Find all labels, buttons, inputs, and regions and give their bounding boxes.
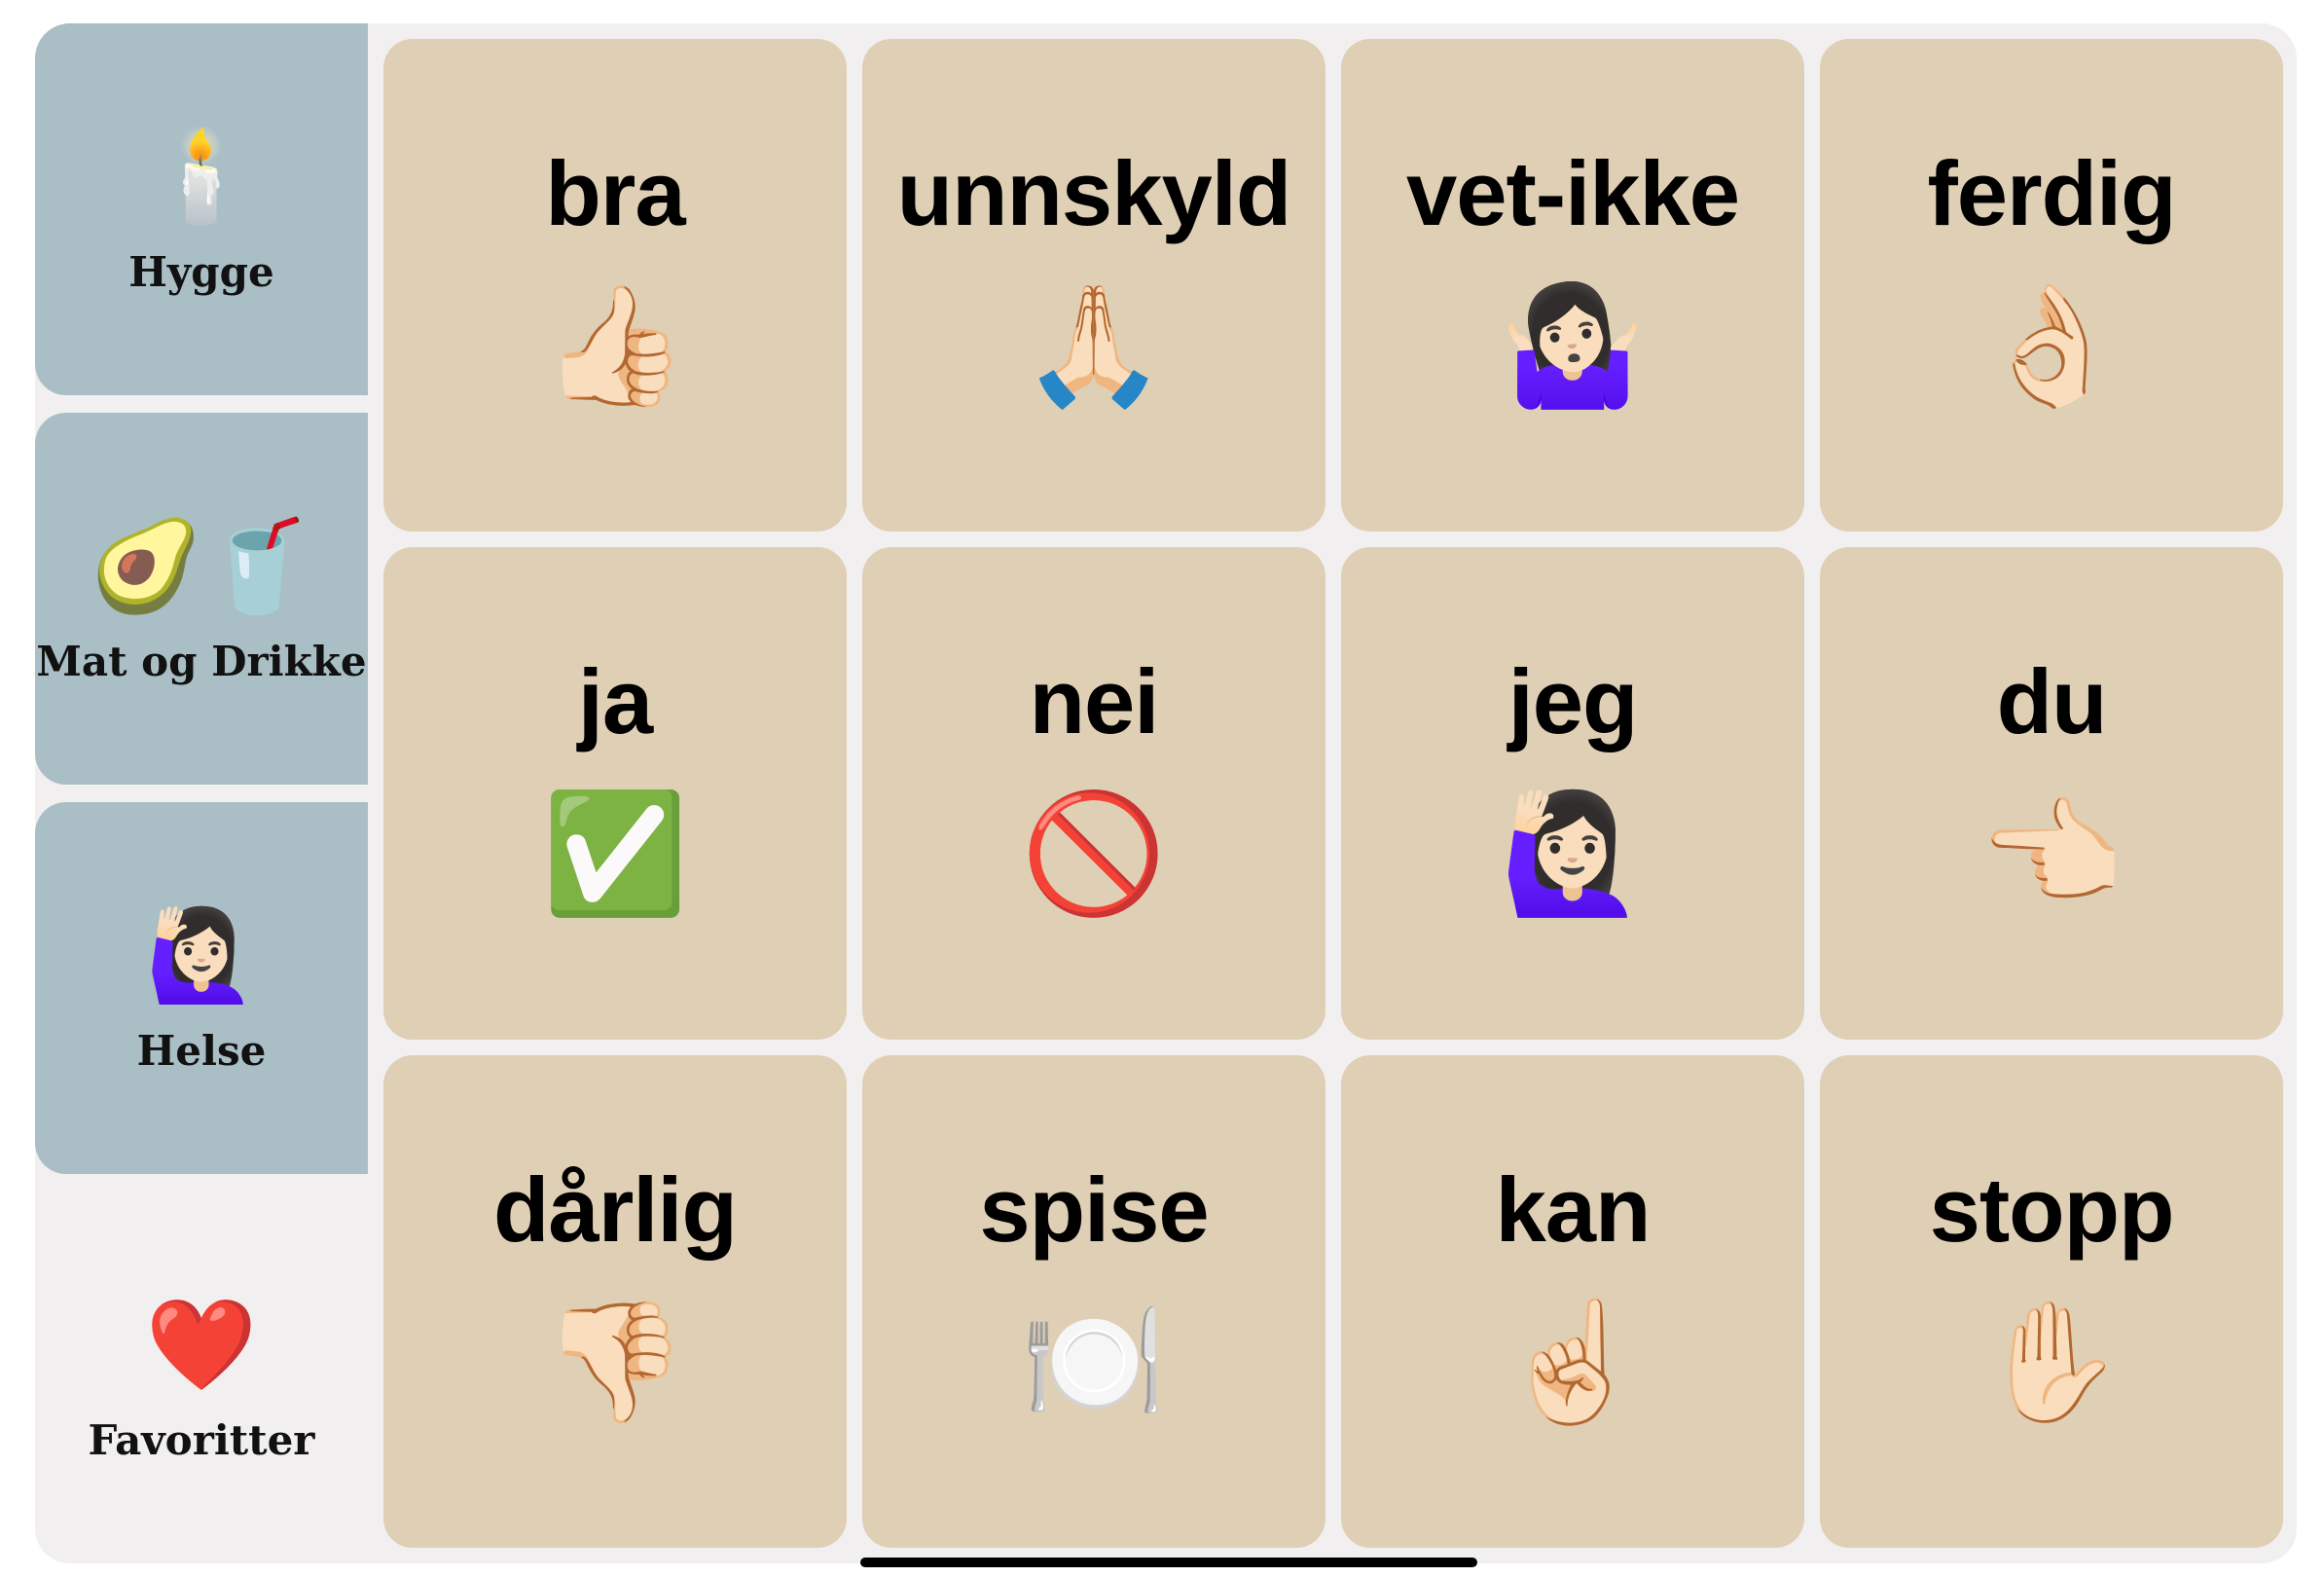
tile-darlig[interactable]: dårlig 👎🏻	[383, 1055, 847, 1548]
avocado-drink-icon: 🥑🥤	[90, 513, 313, 618]
category-favoritter[interactable]: ❤️ Favoritter	[35, 1192, 368, 1563]
category-label: Hygge	[128, 247, 274, 296]
tile-word: ja	[577, 650, 653, 752]
person-raising-hand-icon: 🙋🏻‍♀️	[145, 902, 258, 1008]
tile-ferdig[interactable]: ferdig 👌🏻	[1820, 39, 2283, 532]
shrug-icon: 🤷🏻‍♀️	[1500, 278, 1646, 414]
category-helse[interactable]: 🙋🏻‍♀️ Helse	[35, 802, 368, 1174]
category-label: Favoritter	[88, 1415, 315, 1464]
tile-word: jeg	[1507, 650, 1639, 752]
prohibited-icon: 🚫	[1021, 787, 1167, 922]
word-tile-grid: bra 👍🏻 unnskyld 🙏🏻 vet-ikke 🤷🏻‍♀️ ferdig…	[383, 39, 2285, 1548]
category-hygge[interactable]: 🕯️ Hygge	[35, 23, 368, 395]
candle-icon: 🕯️	[145, 124, 258, 229]
person-raising-hand-icon: 🙋🏻‍♀️	[1500, 787, 1646, 922]
tile-word: spise	[979, 1158, 1209, 1261]
tile-word: stopp	[1929, 1158, 2175, 1261]
heart-icon: ❤️	[145, 1292, 258, 1397]
aac-board: 🕯️ Hygge 🥑🥤 Mat og Drikke 🙋🏻‍♀️ Helse ❤️…	[35, 23, 2297, 1563]
tile-word: du	[1996, 650, 2108, 752]
thumbs-up-icon: 👍🏻	[542, 278, 688, 414]
tile-word: kan	[1495, 1158, 1652, 1261]
ok-hand-icon: 👌🏻	[1979, 278, 2124, 414]
tile-word: unnskyld	[896, 142, 1292, 244]
folded-hands-icon: 🙏🏻	[1021, 278, 1167, 414]
tile-unnskyld[interactable]: unnskyld 🙏🏻	[862, 39, 1325, 532]
tile-spise[interactable]: spise 🍽️	[862, 1055, 1325, 1548]
index-pointing-up-icon: ☝🏻	[1500, 1295, 1646, 1430]
tile-word: nei	[1029, 650, 1160, 752]
tile-du[interactable]: du 👈🏻	[1820, 547, 2283, 1040]
tile-bra[interactable]: bra 👍🏻	[383, 39, 847, 532]
tile-word: dårlig	[493, 1158, 738, 1261]
category-label: Helse	[136, 1026, 267, 1075]
fork-knife-plate-icon: 🍽️	[1021, 1295, 1167, 1430]
category-label: Mat og Drikke	[36, 637, 367, 685]
thumbs-down-icon: 👎🏻	[542, 1295, 688, 1430]
pointing-left-icon: 👈🏻	[1979, 787, 2124, 922]
tile-word: bra	[545, 142, 685, 244]
tile-kan[interactable]: kan ☝🏻	[1341, 1055, 1804, 1548]
tile-word: ferdig	[1927, 142, 2176, 244]
tile-nei[interactable]: nei 🚫	[862, 547, 1325, 1040]
tile-word: vet-ikke	[1405, 142, 1740, 244]
tile-vet-ikke[interactable]: vet-ikke 🤷🏻‍♀️	[1341, 39, 1804, 532]
tile-ja[interactable]: ja ✅	[383, 547, 847, 1040]
home-indicator[interactable]	[860, 1558, 1477, 1567]
tile-stopp[interactable]: stopp ✋🏻	[1820, 1055, 2283, 1548]
category-mat-og-drikke[interactable]: 🥑🥤 Mat og Drikke	[35, 413, 368, 785]
tile-jeg[interactable]: jeg 🙋🏻‍♀️	[1341, 547, 1804, 1040]
raised-hand-icon: ✋🏻	[1979, 1295, 2124, 1430]
category-sidebar: 🕯️ Hygge 🥑🥤 Mat og Drikke 🙋🏻‍♀️ Helse ❤️…	[35, 23, 368, 1563]
check-mark-icon: ✅	[542, 787, 688, 922]
